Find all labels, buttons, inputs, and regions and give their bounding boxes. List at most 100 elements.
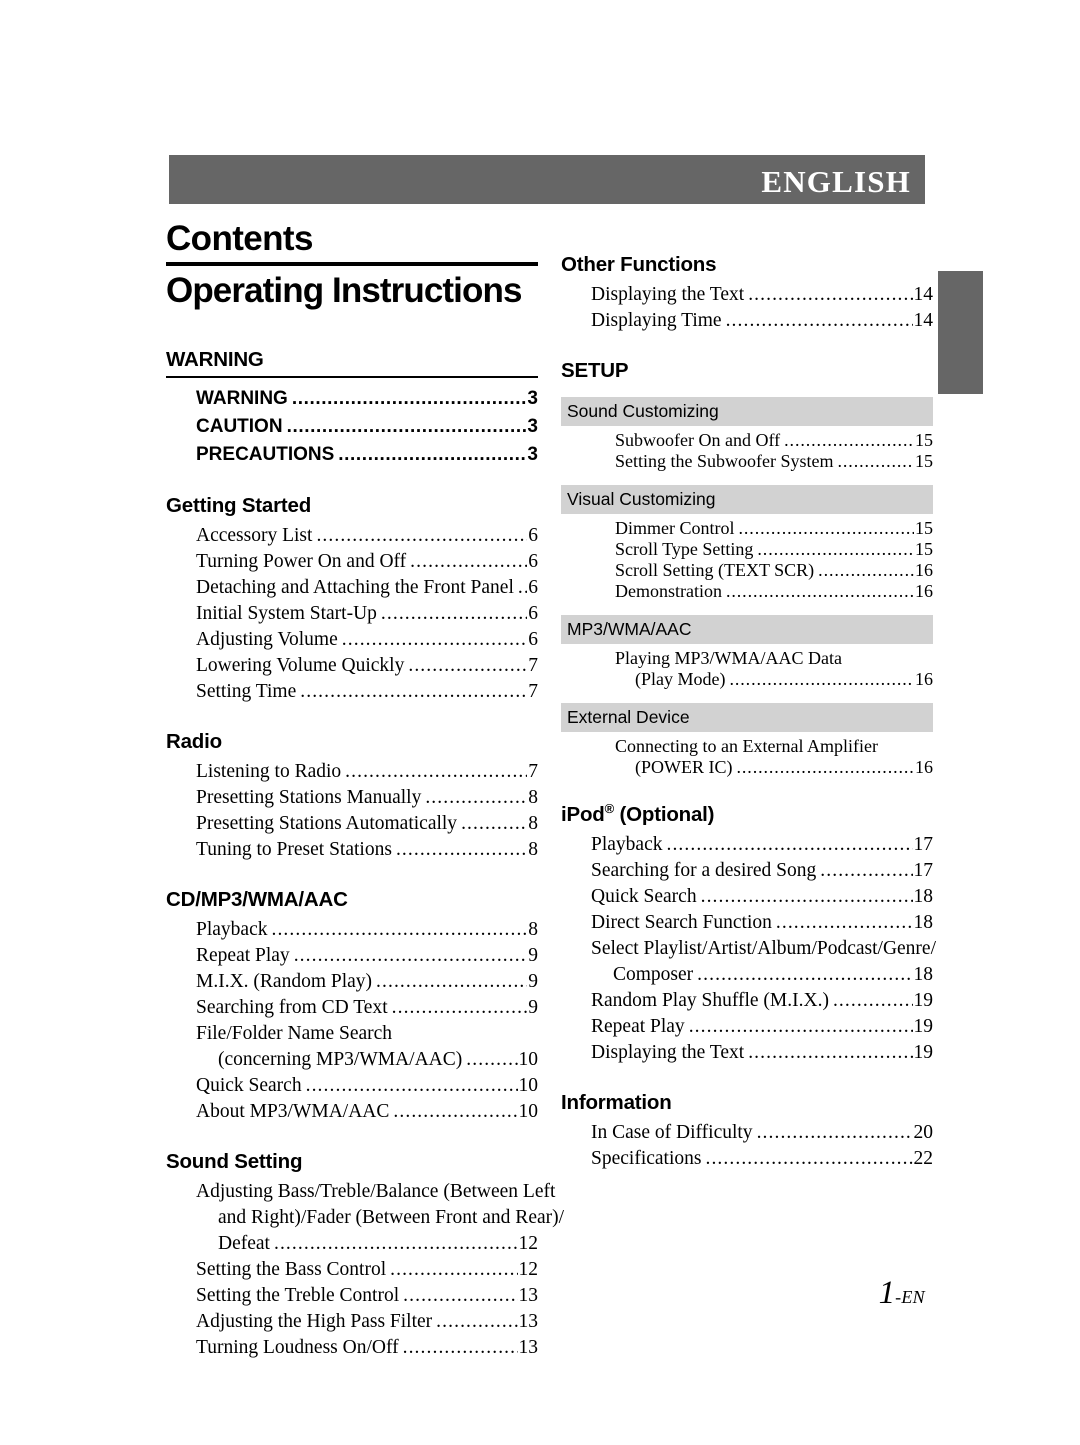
toc-leader-dots: ........................................… [466,1049,517,1070]
toc-entry[interactable]: Random Play Shuffle (M.I.X.)............… [561,988,933,1014]
toc-entry[interactable]: Setting the Treble Control..............… [166,1283,538,1309]
toc-entry[interactable]: Displaying the Text.....................… [561,1040,933,1066]
toc-entry-page: 12 [518,1233,539,1254]
toc-entry[interactable]: WARNING.................................… [166,385,538,413]
toc-entry[interactable]: Listening to Radio......................… [166,759,538,785]
toc-entry-page: 3 [527,416,538,437]
toc-column-right: Other Functions Displaying the Text......… [561,218,936,1172]
toc-entry-page: 7 [528,655,538,676]
toc-entry[interactable]: PRECAUTIONS.............................… [166,441,538,469]
toc-entry[interactable]: Displaying the Text.....................… [561,282,933,308]
toc-entry-label: Searching for a desired Song [591,860,817,881]
toc-entry[interactable]: Initial System Start-Up.................… [166,601,538,627]
toc-entry[interactable]: Tuning to Preset Stations...............… [166,837,538,863]
toc-entry[interactable]: Detaching and Attaching the Front Panel.… [166,575,538,601]
toc-entry-page: 17 [913,834,934,855]
toc-entry-page: 6 [528,525,538,546]
toc-entry-label: Scroll Type Setting [615,539,754,559]
toc-entry[interactable]: Turning Power On and Off................… [166,549,538,575]
toc-entry[interactable]: Scroll Setting (TEXT SCR)...............… [561,560,933,581]
toc-entry[interactable]: Playback................................… [561,832,933,858]
page-number-value: 1 [878,1275,896,1311]
toc-entry[interactable]: Playback................................… [166,917,538,943]
toc-entry-list: In Case of Difficulty...................… [561,1120,933,1172]
toc-entry[interactable]: Specifications..........................… [561,1146,933,1172]
toc-entry-label: Composer [613,964,694,985]
toc-entry[interactable]: Quick Search............................… [561,884,933,910]
page-subtitle: Operating Instructions [166,271,522,310]
toc-leader-dots: ........................................… [293,945,528,966]
toc-leader-dots: ........................................… [271,919,528,940]
toc-section-heading: iPod® (Optional) [561,802,933,828]
toc-entry-page: 17 [913,860,934,881]
toc-entry[interactable]: Searching from CD Text..................… [166,995,538,1021]
toc-leader-dots: ........................................… [380,603,527,624]
toc-entry[interactable]: M.I.X. (Random Play)....................… [166,969,538,995]
toc-entry[interactable]: Dimmer Control..........................… [561,518,933,539]
toc-entry-page: 15 [915,539,933,559]
toc-leader-dots: ........................................… [738,518,915,538]
toc-entry-label: Setting Time [196,681,297,702]
toc-entry[interactable]: Setting Time............................… [166,679,538,705]
toc-entry[interactable]: Adjusting the High Pass Filter..........… [166,1309,538,1335]
toc-entry-list: WARNING.................................… [166,385,538,469]
toc-entry-label: Adjusting the High Pass Filter [196,1311,433,1332]
toc-entry-label: Subwoofer On and Off [615,430,781,450]
toc-entry[interactable]: Lowering Volume Quickly.................… [166,653,538,679]
toc-entry[interactable]: CAUTION.................................… [166,413,538,441]
toc-entry[interactable]: Searching for a desired Song............… [561,858,933,884]
toc-entry[interactable]: Defeat..................................… [166,1231,538,1257]
title-divider [166,262,538,266]
toc-entry-wrap-line: Playing MP3/WMA/AAC Data [615,648,842,668]
page-title: Contents [166,219,313,258]
toc-entry[interactable]: Subwoofer On and Off....................… [561,430,933,451]
toc-entry[interactable]: Displaying Time.........................… [561,308,933,334]
toc-entry-label: Displaying Time [591,310,722,331]
toc-entry-page: 22 [913,1148,934,1169]
toc-entry[interactable]: (Play Mode).............................… [561,669,933,690]
toc-entry[interactable]: Presetting Stations Automatically.......… [166,811,538,837]
toc-entry-page: 8 [528,839,538,860]
toc-entry[interactable]: Accessory List..........................… [166,523,538,549]
toc-entry-label: Accessory List [196,525,313,546]
toc-entry-label: Playback [196,919,268,940]
toc-entry[interactable]: Repeat Play.............................… [561,1014,933,1040]
toc-entry-page: 16 [915,757,933,777]
toc-entry[interactable]: (POWER IC)..............................… [561,757,933,778]
toc-entry[interactable]: In Case of Difficulty...................… [561,1120,933,1146]
toc-entry[interactable]: Direct Search Function..................… [561,910,933,936]
toc-entry-label: Lowering Volume Quickly [196,655,405,676]
toc-leader-dots: ........................................… [725,310,913,331]
toc-entry[interactable]: Turning Loudness On/Off.................… [166,1335,538,1361]
toc-entry[interactable]: Composer................................… [561,962,933,988]
toc-entry[interactable]: Scroll Type Setting.....................… [561,539,933,560]
toc-entry-label: (POWER IC) [635,757,733,777]
toc-entry[interactable]: About MP3/WMA/AAC.......................… [166,1099,538,1125]
toc-entry[interactable]: Setting the Subwoofer System............… [561,451,933,472]
toc-entry-page: 16 [915,669,933,689]
toc-entry[interactable]: Quick Search............................… [166,1073,538,1099]
toc-entry[interactable]: Adjusting Volume........................… [166,627,538,653]
right-sections: Other Functions Displaying the Text......… [561,252,936,1172]
toc-entry-page: 18 [913,912,934,933]
toc-entry-label: Setting the Bass Control [196,1259,387,1280]
toc-entry[interactable]: Presetting Stations Manually............… [166,785,538,811]
toc-entry-label: Demonstration [615,581,722,601]
toc-entry-page: 15 [915,430,933,450]
toc-entry-page: 3 [527,388,538,409]
toc-entry-list: Dimmer Control..........................… [561,518,933,602]
toc-entry-page: 8 [528,787,538,808]
toc-entry-page: 13 [518,1311,539,1332]
toc-entry-page: 6 [528,603,538,624]
toc-entry[interactable]: Repeat Play.............................… [166,943,538,969]
toc-entry-label: Detaching and Attaching the Front Panel [196,577,514,598]
toc-entry-label: Turning Loudness On/Off [196,1337,399,1358]
toc-column-left: Contents Operating Instructions WARNING W… [166,218,564,1361]
toc-entry[interactable]: (concerning MP3/WMA/AAC)................… [166,1047,538,1073]
toc-leader-dots: ........................................… [425,787,527,808]
toc-entry[interactable]: Demonstration...........................… [561,581,933,602]
toc-entry[interactable]: Setting the Bass Control................… [166,1257,538,1283]
toc-leader-dots: ........................................… [408,655,528,676]
toc-section-heading: SETUP [561,359,629,382]
toc-entry-page: 6 [528,551,538,572]
